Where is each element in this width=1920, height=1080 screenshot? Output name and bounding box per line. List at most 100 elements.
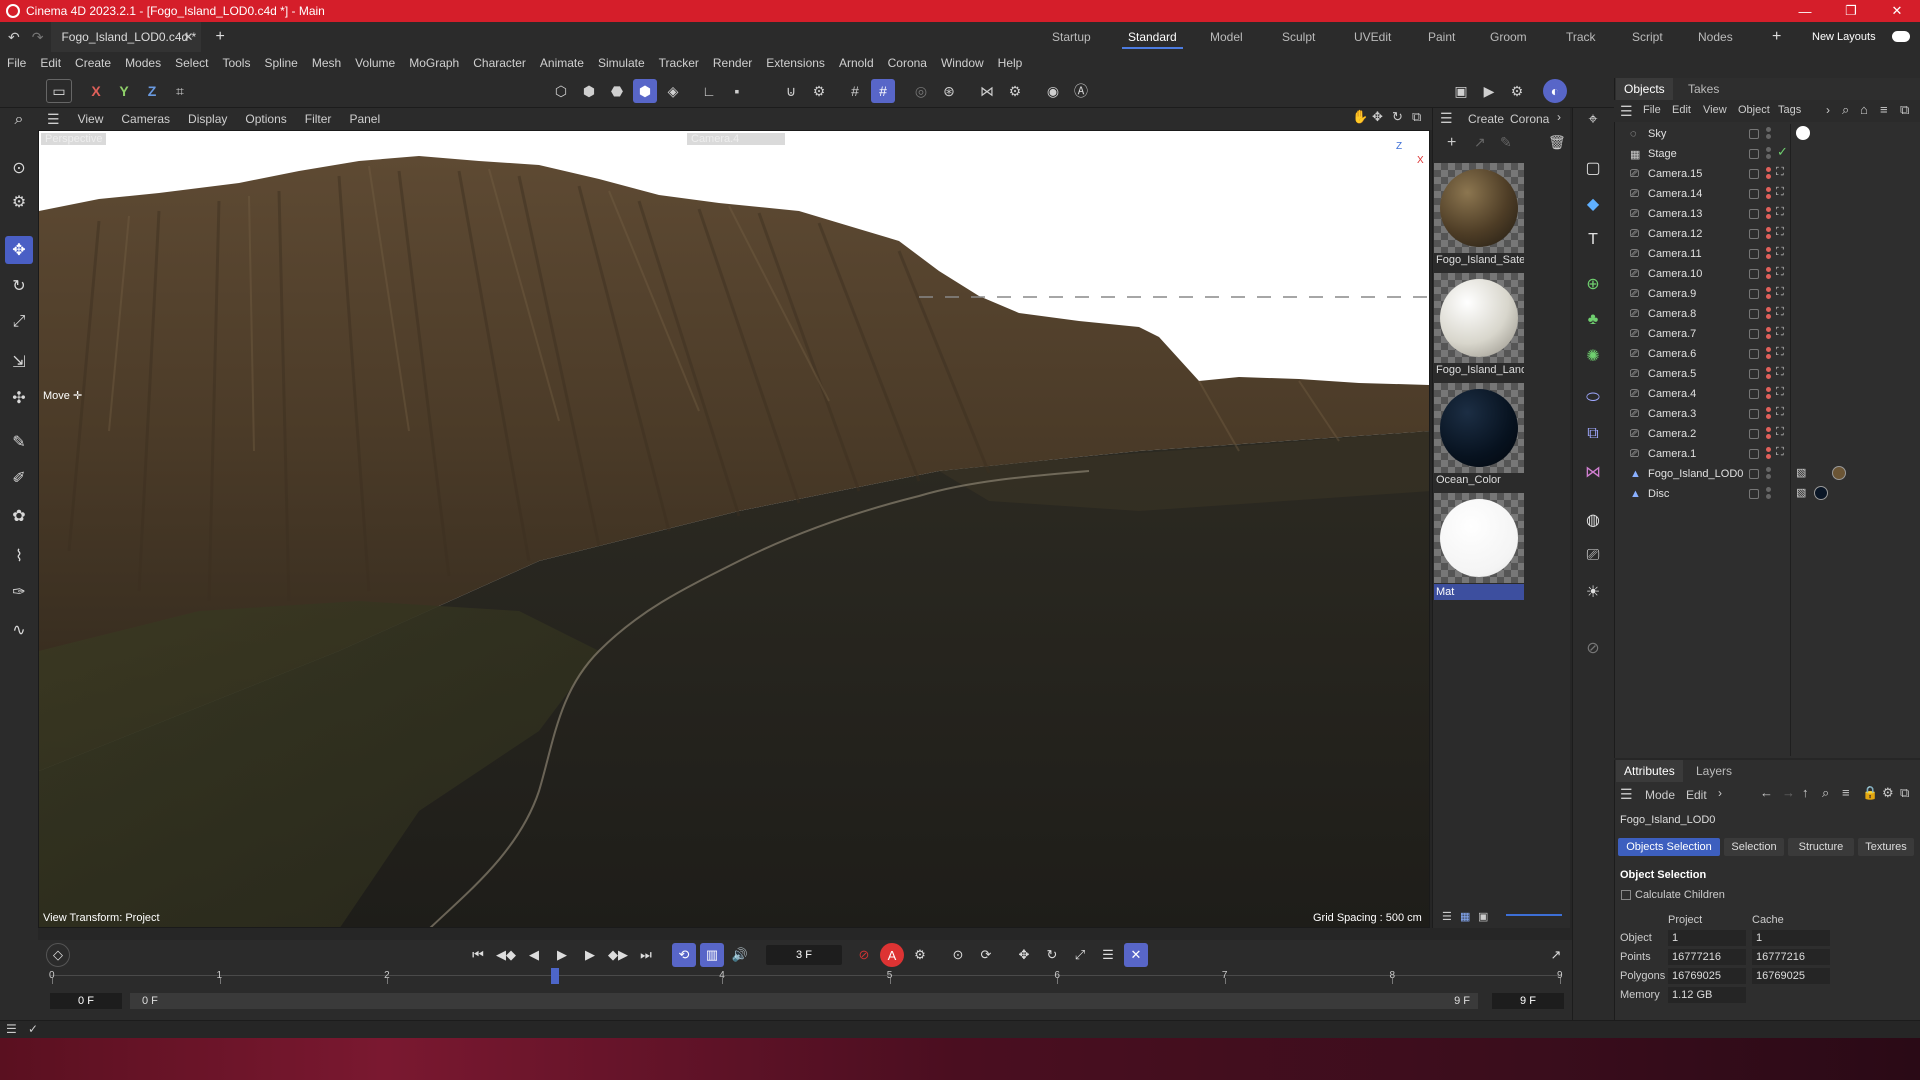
effector-icon[interactable]: ✺ [1579, 342, 1607, 370]
menu-corona[interactable]: Corona [881, 56, 934, 70]
layout-tab-startup[interactable]: Startup [1052, 22, 1091, 52]
sky-material-tag-icon[interactable] [1796, 126, 1810, 140]
protection-tag-icon[interactable]: ⛶ [1776, 446, 1784, 459]
viewport-pan-icon[interactable]: ✋ [1352, 109, 1368, 125]
enable-checkbox[interactable] [1749, 489, 1759, 499]
transform-tool-icon[interactable]: ⇲ [5, 348, 33, 376]
protection-tag-icon[interactable]: ⛶ [1776, 226, 1784, 239]
render-visibility-dot[interactable] [1766, 154, 1771, 159]
keyframe-settings-icon[interactable]: ⚙ [908, 943, 932, 967]
list-view-icon[interactable]: ☰ [1442, 910, 1452, 923]
add-layout-icon[interactable]: + [1772, 22, 1781, 52]
layout-tab-nodes[interactable]: Nodes [1698, 22, 1733, 52]
spline-icon[interactable]: ⋈ [1579, 458, 1607, 486]
attribute-filter-icon[interactable]: ≡ [1842, 785, 1850, 800]
protection-tag-icon[interactable]: ⛶ [1776, 346, 1784, 359]
close-button[interactable]: ✕ [1874, 0, 1920, 22]
move-tool-icon[interactable]: ✥ [5, 236, 33, 264]
menu-help[interactable]: Help [991, 56, 1030, 70]
arnold-icon[interactable]: Ⓐ [1069, 79, 1093, 103]
render-visibility-dot[interactable] [1766, 474, 1771, 479]
autokey-icon[interactable]: A [880, 943, 904, 967]
z-axis-lock-button[interactable]: Z [140, 79, 164, 103]
menu-modes[interactable]: Modes [118, 56, 168, 70]
close-tab-icon[interactable]: ✕ [183, 30, 193, 44]
enable-checkbox[interactable] [1749, 289, 1759, 299]
magnet-icon[interactable]: ⊍ [779, 79, 803, 103]
keyframe-mode-icon[interactable]: ◇ [46, 943, 70, 967]
render-visibility-dot[interactable] [1766, 234, 1771, 239]
viewport-rotate-icon[interactable]: ↻ [1392, 109, 1403, 125]
menu-tools[interactable]: Tools [215, 56, 257, 70]
undo-icon[interactable]: ↶ [8, 29, 20, 46]
menu-edit[interactable]: Edit [33, 56, 68, 70]
menu-animate[interactable]: Animate [533, 56, 591, 70]
add-material-icon[interactable]: + [1447, 134, 1456, 152]
selection-button[interactable]: Selection [1724, 838, 1784, 856]
paint-tool-icon[interactable]: ✑ [5, 578, 33, 606]
record-disabled-icon[interactable]: ⊘ [852, 943, 876, 967]
protection-tag-icon[interactable]: ⛶ [1776, 186, 1784, 199]
cube-outline-icon[interactable]: ▢ [1579, 154, 1607, 182]
render-visibility-dot[interactable] [1766, 274, 1771, 279]
deformer-icon[interactable]: ⬭ [1579, 384, 1607, 412]
go-to-start-icon[interactable]: ⏮ [466, 943, 490, 967]
viewport-menu-panel[interactable]: Panel [340, 112, 389, 126]
protection-tag-icon[interactable]: ⛶ [1776, 166, 1784, 179]
material-item[interactable]: Fogo_Island_Land [1434, 273, 1524, 380]
rotate-tool-icon[interactable]: ↻ [5, 272, 33, 300]
editor-visibility-dot[interactable] [1766, 127, 1771, 132]
viewport-menu-view[interactable]: View [69, 112, 113, 126]
material-link-icon[interactable]: ↗ [1474, 134, 1486, 151]
texture-tag-icon[interactable]: ▧ [1796, 486, 1806, 499]
workplane-icon[interactable]: ▪ [725, 79, 749, 103]
point-level-animation-icon[interactable]: ✕ [1124, 943, 1148, 967]
viewport-perspective-label[interactable]: Perspective [41, 133, 107, 145]
editor-visibility-dot[interactable] [1766, 187, 1771, 192]
document-tab[interactable]: Fogo_Island_LOD0.c4d * ✕ [51, 22, 202, 52]
menu-select[interactable]: Select [168, 56, 215, 70]
key-interpolation-icon[interactable]: ⟳ [974, 943, 998, 967]
tab-takes[interactable]: Takes [1680, 78, 1727, 100]
protection-tag-icon[interactable]: ⛶ [1776, 266, 1784, 279]
menu-volume[interactable]: Volume [348, 56, 402, 70]
material-brush-icon[interactable]: ✎ [1500, 134, 1512, 151]
spline-sketch-icon[interactable]: ✐ [5, 464, 33, 492]
protection-tag-icon[interactable]: ⛶ [1776, 326, 1784, 339]
attribute-search-icon[interactable]: ⌕ [1822, 785, 1829, 801]
enable-checkbox[interactable] [1749, 209, 1759, 219]
protection-tag-icon[interactable]: ⛶ [1776, 306, 1784, 319]
menu-arnold[interactable]: Arnold [832, 56, 881, 70]
protection-tag-icon[interactable]: ⛶ [1776, 426, 1784, 439]
camera-icon[interactable]: ⎚ [1579, 542, 1607, 570]
menu-create[interactable]: Create [68, 56, 118, 70]
editor-visibility-dot[interactable] [1766, 327, 1771, 332]
tab-objects[interactable]: Objects [1616, 78, 1673, 100]
texture-tag-icon[interactable]: ▧ [1796, 466, 1806, 479]
rotation-key-icon[interactable]: ↻ [1040, 943, 1064, 967]
render-visibility-dot[interactable] [1766, 454, 1771, 459]
lock-icon[interactable]: 🔒 [1862, 785, 1878, 801]
go-to-end-icon[interactable]: ⏭ [634, 943, 658, 967]
timeline-window-icon[interactable]: ↗ [1544, 943, 1568, 967]
layout-tab-paint[interactable]: Paint [1428, 22, 1455, 52]
render-visibility-dot[interactable] [1766, 334, 1771, 339]
render-visibility-dot[interactable] [1766, 354, 1771, 359]
enable-checkbox[interactable] [1749, 269, 1759, 279]
editor-visibility-dot[interactable] [1766, 267, 1771, 272]
forward-arrow-icon[interactable]: → [1782, 785, 1795, 800]
textures-button[interactable]: Textures [1858, 838, 1914, 856]
protection-tag-icon[interactable]: ⛶ [1776, 206, 1784, 219]
object-menu-more-icon[interactable]: › [1826, 103, 1830, 117]
viewport-menu-options[interactable]: Options [236, 112, 295, 126]
object-menu-object[interactable]: Object [1738, 104, 1770, 116]
camera-object-icon[interactable]: ⌖ [1579, 106, 1607, 134]
environment-sky-icon[interactable]: ◍ [1579, 506, 1607, 534]
viewport-hamburger-icon[interactable]: ☰ [38, 111, 69, 128]
render-settings-icon[interactable]: ⊛ [937, 79, 961, 103]
large-view-icon[interactable]: ▣ [1478, 910, 1488, 923]
maximize-button[interactable]: ❐ [1828, 0, 1874, 22]
start-frame-field[interactable]: 0 F [50, 993, 122, 1009]
editor-visibility-dot[interactable] [1766, 207, 1771, 212]
x-axis-lock-button[interactable]: X [84, 79, 108, 103]
